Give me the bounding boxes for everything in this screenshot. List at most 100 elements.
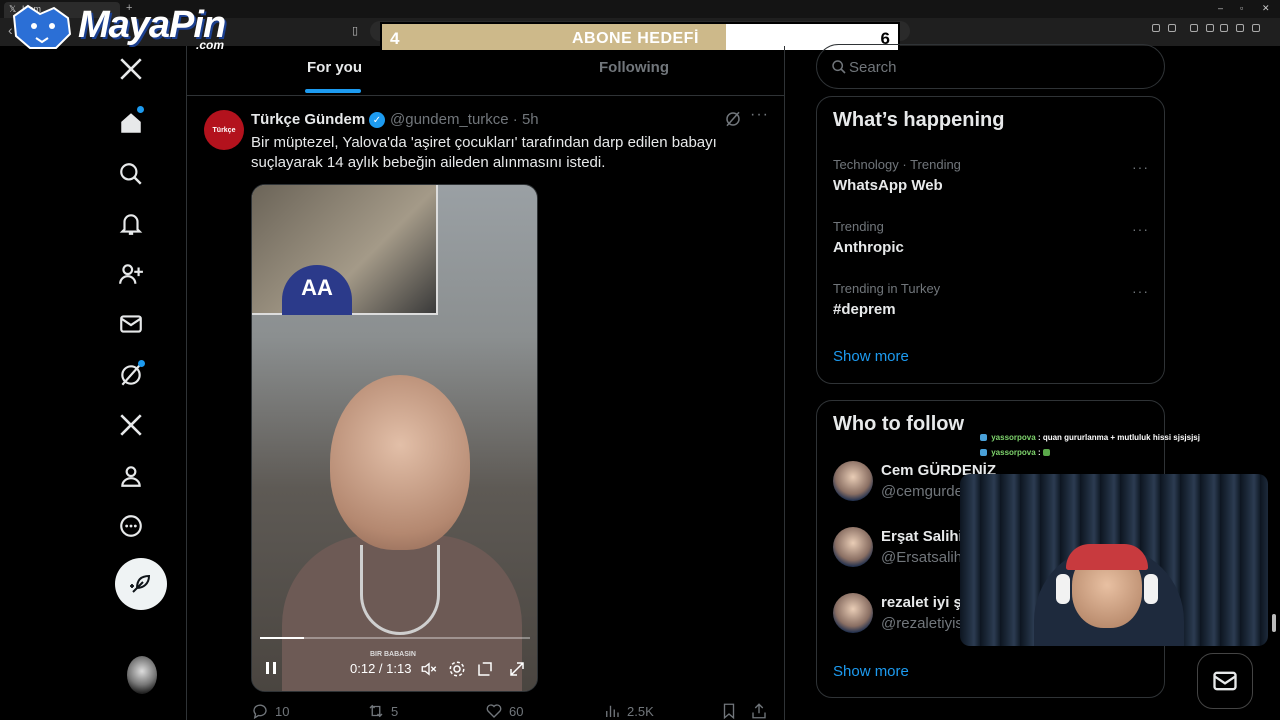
search-icon[interactable] — [116, 159, 146, 189]
bookmark-post-icon — [723, 703, 735, 720]
avatar[interactable] — [833, 593, 873, 633]
post-actions: 10 5 60 2.5K — [187, 702, 785, 720]
avatar[interactable] — [833, 461, 873, 501]
messages-icon[interactable] — [116, 309, 146, 339]
profile-icon[interactable] — [116, 461, 146, 491]
whats-happening-title: What’s happening — [833, 109, 1005, 131]
trend-name: Anthropic — [833, 239, 904, 256]
follow-handle: @cemgurde — [881, 483, 963, 500]
trend-name: #deprem — [833, 301, 896, 318]
like-button[interactable]: 60 — [485, 702, 523, 720]
repost-button[interactable]: 5 — [367, 702, 398, 720]
avatar[interactable] — [833, 527, 873, 567]
trend-more-button[interactable]: ··· — [1132, 283, 1149, 299]
menu-icon[interactable] — [1252, 24, 1260, 32]
post-handle-time[interactable]: @gundem_turkce · 5h — [390, 111, 539, 128]
who-to-follow-title: Who to follow — [833, 413, 965, 435]
webcam-headset-left — [1056, 574, 1070, 604]
grok-explain-icon[interactable] — [724, 110, 742, 128]
bookmark-button[interactable] — [720, 702, 738, 720]
video-progress-bar[interactable] — [260, 637, 530, 639]
post-author-name[interactable]: Türkçe Gündem — [251, 111, 365, 128]
grok-notification-dot — [138, 360, 145, 367]
search-box[interactable]: Search — [816, 44, 1165, 89]
chat-user: yassorpova — [991, 433, 1036, 442]
extension-icon[interactable] — [1190, 24, 1198, 32]
chat-message: yassorpova : quan gururlanma + mutluluk … — [980, 433, 1200, 442]
share-button[interactable] — [750, 702, 768, 720]
webcam-beanie — [1066, 544, 1148, 570]
bookmark-icon[interactable]: ▯ — [352, 24, 358, 37]
post-more-button[interactable]: ··· — [750, 106, 769, 124]
minimize-button[interactable]: – — [1218, 3, 1223, 13]
views-count: 2.5K — [627, 703, 654, 719]
account-avatar[interactable] — [127, 656, 157, 694]
tab-following[interactable]: Following — [599, 59, 669, 76]
follow-name: Erşat Salihi — [881, 528, 963, 545]
trend-name: WhatsApp Web — [833, 177, 943, 194]
trend-meta: Trending — [833, 219, 884, 234]
messages-drawer-button[interactable] — [1197, 653, 1253, 709]
trend-item[interactable]: Trending Anthropic ··· — [833, 219, 1149, 265]
more-options-icon[interactable] — [116, 511, 146, 541]
video-chain — [360, 545, 440, 635]
trend-item[interactable]: Technology · Trending WhatsApp Web ··· — [833, 157, 1149, 203]
settings-gear-icon[interactable] — [448, 660, 466, 678]
reply-count: 10 — [275, 703, 290, 719]
chat-text: : — [1037, 448, 1041, 457]
picture-in-picture-icon[interactable] — [476, 660, 494, 678]
reply-button[interactable]: 10 — [251, 702, 289, 720]
post-video[interactable]: AA BIR BABASIN 0:12 / 1:13 — [251, 184, 538, 692]
extension-icon[interactable] — [1152, 24, 1160, 32]
views-chart-icon — [606, 705, 619, 717]
post[interactable]: Türkçe Türkçe Gündem ✓ @gundem_turkce · … — [187, 96, 785, 720]
fullscreen-icon[interactable] — [508, 660, 526, 678]
extension-icon[interactable] — [1236, 24, 1244, 32]
maximize-button[interactable]: ▫ — [1240, 3, 1243, 13]
pause-icon[interactable] — [264, 661, 278, 675]
home-icon[interactable] — [116, 106, 146, 138]
panther-logo-icon — [12, 4, 72, 49]
extension-icon[interactable] — [1206, 24, 1214, 32]
follow-show-more-link[interactable]: Show more — [833, 663, 909, 680]
close-window-button[interactable]: ✕ — [1262, 3, 1270, 14]
search-placeholder: Search — [849, 59, 897, 76]
trend-more-button[interactable]: ··· — [1132, 159, 1149, 175]
x-logo-icon[interactable] — [116, 54, 146, 84]
follow-handle: @Ersatsalih — [881, 549, 963, 566]
home-notification-dot — [137, 106, 144, 113]
reply-icon — [253, 704, 267, 720]
timeline: For you Following Türkçe Türkçe Gündem ✓… — [186, 46, 785, 720]
mute-icon[interactable] — [420, 660, 438, 678]
notifications-bell-icon[interactable] — [116, 209, 146, 239]
envelope-icon — [1213, 671, 1237, 691]
chat-badge-icon — [980, 434, 987, 441]
extension-icon[interactable] — [1220, 24, 1228, 32]
premium-x-icon[interactable] — [116, 410, 146, 440]
compose-post-button[interactable] — [115, 558, 167, 610]
trends-show-more-link[interactable]: Show more — [833, 348, 909, 365]
verified-badge-icon: ✓ — [369, 112, 385, 128]
trend-item[interactable]: Trending in Turkey #deprem ··· — [833, 281, 1149, 327]
trend-more-button[interactable]: ··· — [1132, 221, 1149, 237]
follow-handle: @rezaletiyis — [881, 615, 963, 632]
tab-for-you[interactable]: For you — [307, 59, 362, 76]
whats-happening-panel: What’s happening Technology · Trending W… — [816, 96, 1165, 384]
stream-logo: MayaPin .com — [6, 2, 236, 52]
streamer-webcam — [960, 474, 1268, 646]
post-author-avatar[interactable]: Türkçe — [204, 110, 244, 150]
like-count: 60 — [509, 703, 524, 719]
views-button[interactable]: 2.5K — [603, 702, 654, 720]
video-time: 0:12 / 1:13 — [350, 661, 412, 676]
heart-icon — [486, 704, 502, 718]
follow-name: rezalet iyi ş — [881, 594, 962, 611]
add-user-icon[interactable] — [116, 259, 146, 289]
post-text: Bir müptezel, Yalova'da 'aşiret çocuklar… — [251, 134, 717, 171]
grok-icon[interactable] — [116, 360, 146, 390]
chat-badge-icon — [980, 449, 987, 456]
trend-meta: Trending in Turkey — [833, 281, 941, 296]
extension-icon[interactable] — [1168, 24, 1176, 32]
page-scrollbar[interactable] — [1272, 614, 1276, 632]
trend-meta: Technology · Trending — [833, 157, 961, 172]
video-inset-clip: AA — [252, 185, 438, 315]
